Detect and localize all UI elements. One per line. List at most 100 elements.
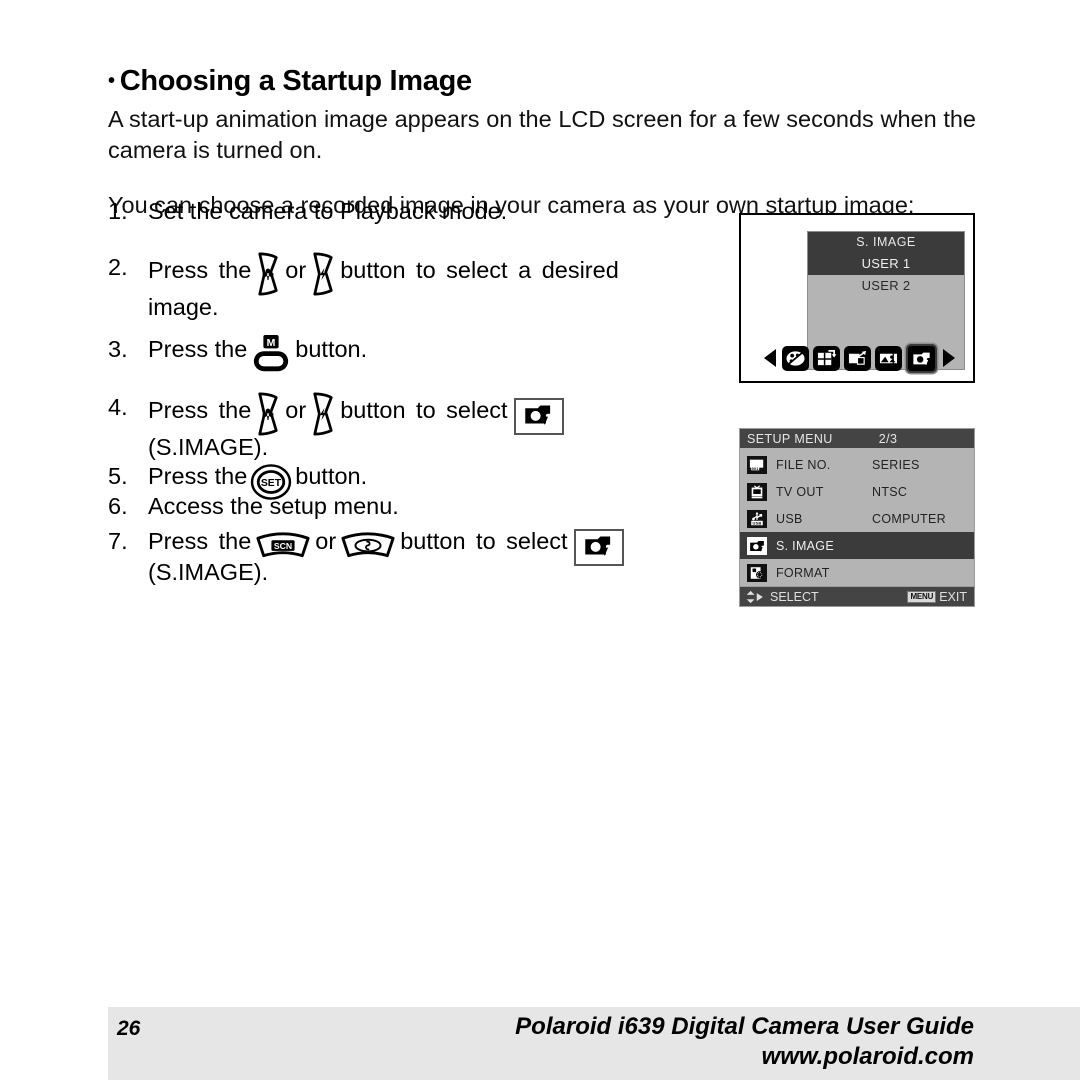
setup-menu-row-format[interactable]: FORMAT: [740, 559, 974, 586]
svg-text:USB: USB: [752, 520, 761, 525]
step-5-line: Press the SET button.: [148, 461, 708, 501]
step-4-mid: or: [285, 397, 307, 424]
usb-icon: USB: [747, 509, 767, 528]
manual-page: • Choosing a Startup Image A start-up ani…: [0, 0, 1080, 1080]
tv-out-icon: [747, 482, 767, 501]
lcd-list-title: S. IMAGE: [808, 232, 964, 253]
step-7-post: button to select: [400, 528, 568, 554]
step-5-number: 5.: [108, 463, 128, 489]
setup-menu-row-file-no[interactable]: 001 FILE NO. SERIES: [740, 451, 974, 478]
step-5-post: button.: [295, 463, 368, 489]
step-2-number: 2.: [108, 254, 128, 280]
heading-bullet-icon: •: [108, 70, 115, 93]
step-3: 3. Press the M button.: [108, 334, 708, 371]
setup-menu-label-tv-out: TV OUT: [776, 484, 824, 499]
step-1-text: Set the camera to Playback mode.: [148, 198, 508, 224]
step-4-pre: Press the: [148, 397, 252, 424]
left-triangle-icon[interactable]: [763, 349, 776, 367]
step-7-pre: Press the: [148, 528, 252, 554]
lcd-option-user-1[interactable]: USER 1: [808, 253, 964, 275]
setup-menu-exit-label: EXIT: [939, 589, 967, 604]
thumbnail-grid-icon[interactable]: [812, 345, 840, 371]
step-7-second-line: (S.IMAGE).: [148, 558, 269, 585]
step-5: 5. Press the SET button.: [108, 461, 708, 501]
intro-paragraph: A start-up animation image appears on th…: [108, 105, 976, 163]
step-3-post: button.: [295, 336, 368, 362]
setup-menu-figure: SETUP MENU 2/3 001 FILE NO. SERIES TV OU…: [739, 428, 975, 607]
svg-text:SCN: SCN: [274, 541, 292, 551]
setup-menu-title: SETUP MENU: [747, 431, 833, 446]
step-7-mid: or: [315, 528, 337, 554]
setup-menu-page-indicator: 2/3: [878, 431, 898, 446]
right-triangle-icon[interactable]: [942, 349, 955, 367]
step-3-number: 3.: [108, 336, 128, 362]
lcd-option-user-2[interactable]: USER 2: [808, 275, 964, 297]
file-number-icon: 001: [747, 455, 767, 474]
footer-url[interactable]: www.polaroid.com: [762, 1043, 974, 1071]
step-2-pre: Press the: [148, 257, 252, 284]
setup-menu-exit-group: MENU EXIT: [907, 590, 967, 604]
svg-text:M: M: [267, 338, 276, 349]
step-1-number: 1.: [108, 198, 128, 224]
step-5-pre: Press the: [148, 463, 248, 489]
step-2-post: button to select a desired: [340, 257, 619, 284]
step-6-number: 6.: [108, 493, 128, 519]
startup-image-icon[interactable]: [905, 343, 937, 373]
format-icon: [747, 563, 767, 582]
step-2-mid: or: [285, 257, 307, 284]
startup-image-icon: [573, 528, 624, 566]
heading-text: Choosing a Startup Image: [119, 65, 472, 98]
effect-palette-icon[interactable]: [781, 345, 809, 371]
setup-menu-header: SETUP MENU 2/3: [740, 429, 974, 448]
step-4-line: Press the or button to select: [148, 392, 718, 436]
setup-menu-value-usb: COMPUTER: [872, 511, 946, 526]
footer-title: Polaroid i639 Digital Camera User Guide: [515, 1013, 974, 1040]
step-4-post: button to select: [340, 397, 508, 424]
slideshow-icon[interactable]: [874, 345, 902, 371]
step-4-second-line: (S.IMAGE).: [148, 434, 269, 460]
step-2: 2. Press the or button to select a desir…: [108, 252, 708, 322]
startup-image-icon: [513, 398, 564, 435]
step-6-text: Access the setup menu.: [148, 493, 399, 519]
page-footer: 26 Polaroid i639 Digital Camera User Gui…: [108, 1007, 1080, 1080]
page-heading: • Choosing a Startup Image: [108, 65, 472, 98]
menu-chip-icon: MENU: [907, 590, 937, 603]
setup-menu-label-file-no: FILE NO.: [776, 457, 831, 472]
svg-text:SET: SET: [261, 478, 282, 489]
lcd-screen-figure: S. IMAGE USER 1 USER 2: [739, 213, 975, 383]
page-number: 26: [117, 1017, 141, 1040]
step-7-line: Press the SCN or button to select: [148, 526, 718, 566]
up-down-right-arrows-icon: [745, 590, 765, 604]
setup-menu-row-s-image[interactable]: S. IMAGE: [740, 532, 974, 559]
setup-menu-select-label: SELECT: [770, 589, 819, 604]
step-2-second-line: image.: [148, 294, 219, 320]
setup-menu-rows: 001 FILE NO. SERIES TV OUT NTSC USB USB …: [740, 448, 974, 586]
svg-text:001: 001: [752, 466, 759, 470]
macro-flower-button-icon: [255, 252, 281, 296]
startup-image-icon: [747, 536, 767, 555]
setup-menu-value-file-no: SERIES: [872, 457, 920, 472]
setup-menu-label-s-image: S. IMAGE: [776, 538, 834, 553]
lcd-icon-bar: [741, 341, 977, 375]
setup-menu-value-tv-out: NTSC: [872, 484, 908, 499]
step-4-number: 4.: [108, 394, 128, 420]
step-4: 4. Press the or button to select (S.IMAG…: [108, 392, 718, 462]
step-2-line: Press the or button to select a desired: [148, 252, 708, 296]
setup-menu-label-usb: USB: [776, 511, 803, 526]
resize-icon[interactable]: [843, 345, 871, 371]
self-timer-button-icon: [340, 531, 396, 561]
step-3-line: Press the M button.: [148, 334, 708, 371]
scn-scene-button-icon: SCN: [255, 531, 311, 561]
setup-menu-row-tv-out[interactable]: TV OUT NTSC: [740, 478, 974, 505]
flash-lightning-button-icon: [310, 392, 336, 436]
macro-flower-button-icon: [255, 392, 281, 436]
step-6: 6. Access the setup menu.: [108, 491, 708, 521]
step-7-number: 7.: [108, 528, 128, 554]
step-3-pre: Press the: [148, 336, 248, 362]
setup-menu-footer: SELECT MENU EXIT: [740, 586, 974, 606]
menu-m-button-icon: M: [250, 334, 292, 375]
setup-menu-row-usb[interactable]: USB USB COMPUTER: [740, 505, 974, 532]
setup-menu-label-format: FORMAT: [776, 565, 830, 580]
step-7: 7. Press the SCN or button to select (S.…: [108, 526, 718, 587]
flash-lightning-button-icon: [310, 252, 336, 296]
